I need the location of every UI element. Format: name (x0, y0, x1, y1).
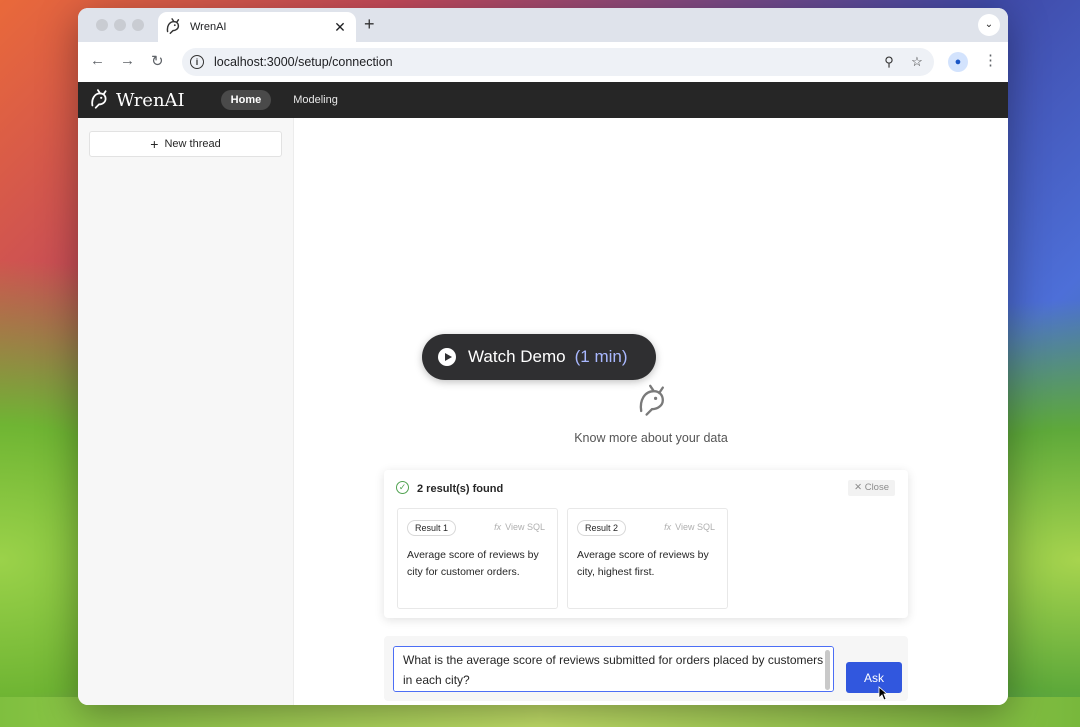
view-sql-button[interactable]: fx View SQL (494, 522, 545, 532)
result-tag: Result 2 (577, 520, 627, 536)
close-results-button[interactable]: ✕ Close (848, 480, 895, 496)
result-summary: Average score of reviews by city for cus… (407, 549, 539, 578)
app-header: WrenAI Home Modeling (78, 82, 1008, 118)
profile-avatar-icon[interactable]: ● (948, 52, 968, 72)
window-close-control[interactable] (96, 19, 108, 31)
close-icon: ✕ (854, 482, 863, 493)
tab-strip: WrenAI ✕ + ⌄ (78, 8, 1008, 42)
close-label: Close (864, 482, 889, 493)
main-content: Watch Demo (1 min) Know more about your … (294, 118, 1008, 705)
textarea-scrollbar[interactable] (825, 650, 830, 690)
forward-arrow-icon[interactable]: → (120, 52, 135, 69)
tab-title: WrenAI (190, 21, 227, 33)
plus-icon: + (150, 136, 159, 152)
address-bar[interactable]: i localhost:3000/setup/connection ⚲ ☆ (182, 48, 934, 76)
tab-search-chevron-icon[interactable]: ⌄ (978, 14, 1000, 36)
question-input[interactable]: What is the average score of reviews sub… (393, 646, 834, 692)
function-icon: fx (494, 522, 502, 532)
window-zoom-control[interactable] (132, 19, 144, 31)
ask-bar: What is the average score of reviews sub… (384, 636, 908, 701)
tab-close-icon[interactable]: ✕ (330, 19, 350, 36)
browser-toolbar: ← → ↻ i localhost:3000/setup/connection … (78, 42, 1008, 82)
back-arrow-icon[interactable]: ← (90, 52, 105, 69)
site-info-icon[interactable]: i (190, 55, 204, 69)
view-sql-label: View SQL (675, 522, 715, 532)
result-tag: Result 1 (407, 520, 457, 536)
view-sql-label: View SQL (505, 522, 545, 532)
play-icon (438, 348, 456, 366)
mouse-cursor-icon (878, 686, 888, 701)
check-circle-icon: ✓ (396, 481, 409, 494)
result-card[interactable]: Result 2 fx View SQL Average score of rev… (567, 508, 728, 609)
result-summary: Average score of reviews by city, highes… (577, 549, 709, 578)
results-count: 2 result(s) found (417, 483, 504, 495)
nav-modeling[interactable]: Modeling (293, 94, 338, 106)
new-tab-button[interactable]: + (364, 14, 375, 35)
window-minimize-control[interactable] (114, 19, 126, 31)
browser-window: WrenAI ✕ + ⌄ ← → ↻ i localhost:3000/setu… (78, 8, 1008, 705)
wren-logo-icon (91, 89, 107, 109)
results-panel: ✓ 2 result(s) found ✕ Close Result 1 fx V… (384, 470, 908, 618)
new-thread-button[interactable]: + New thread (89, 131, 282, 157)
ask-button[interactable]: Ask (846, 662, 902, 693)
watch-demo-button[interactable]: Watch Demo (1 min) (422, 334, 656, 380)
wren-logo-icon (166, 18, 180, 35)
sidebar: + New thread (78, 118, 294, 705)
nav-home[interactable]: Home (220, 90, 272, 110)
zoom-magnifier-icon[interactable]: ⚲ (878, 54, 900, 70)
view-sql-button[interactable]: fx View SQL (664, 522, 715, 532)
brand[interactable]: WrenAI (88, 89, 185, 111)
bookmark-star-icon[interactable]: ☆ (906, 54, 928, 70)
watch-demo-duration: (1 min) (574, 347, 628, 366)
watch-demo-label: Watch Demo (468, 347, 566, 366)
new-thread-label: New thread (164, 138, 221, 150)
browser-menu-icon[interactable]: ⋮ (983, 51, 998, 69)
tagline: Know more about your data (574, 431, 728, 445)
reload-icon[interactable]: ↻ (151, 52, 164, 70)
url-text[interactable]: localhost:3000/setup/connection (214, 55, 878, 69)
brand-name: WrenAI (116, 89, 185, 111)
result-card[interactable]: Result 1 fx View SQL Average score of rev… (397, 508, 558, 609)
browser-tab[interactable]: WrenAI ✕ (158, 12, 356, 42)
function-icon: fx (664, 522, 672, 532)
wren-logo-icon (639, 384, 664, 416)
